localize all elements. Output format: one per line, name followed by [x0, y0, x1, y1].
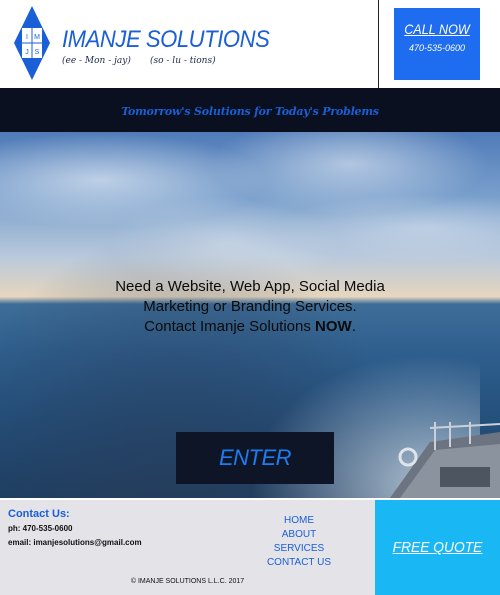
brand-name[interactable]: IMANJE SOLUTIONS [62, 26, 270, 54]
logo-letter: M [34, 34, 40, 41]
site-footer: Contact Us: ph: 470-535-0600 email: iman… [0, 498, 500, 595]
free-quote-button[interactable]: FREE QUOTE [375, 500, 500, 595]
logo-letter: J [25, 49, 29, 56]
nav-link-about[interactable]: ABOUT [254, 528, 344, 542]
hero-line-1: Need a Website, Web App, Social Media [115, 278, 385, 295]
logo-icon[interactable]: I M J S [14, 6, 50, 80]
site-header: I M J S IMANJE SOLUTIONS (ee - Mon - jay… [0, 0, 500, 88]
hero-line-3-suffix: . [351, 318, 356, 335]
logo-letter: S [35, 49, 40, 56]
hero-line-3-bold: NOW [315, 318, 352, 335]
nav-link-services[interactable]: SERVICES [254, 542, 344, 556]
logo-letter: I [26, 34, 28, 41]
enter-button-label: ENTER [218, 445, 292, 470]
call-now-label: CALL NOW [404, 21, 470, 37]
contact-phone: ph: 470-535-0600 [8, 524, 73, 533]
enter-button[interactable]: ENTER [176, 432, 334, 484]
nav-link-home[interactable]: HOME [254, 514, 344, 528]
nav-link-contact-us[interactable]: CONTACT US [254, 556, 344, 570]
contact-email[interactable]: email: imanjesolutions@gmail.com [8, 538, 142, 547]
pronunciation-first: (ee - Mon - jay) [62, 56, 131, 66]
hero-line-2: Marketing or Branding Services. [143, 298, 357, 315]
contact-panel: Contact Us: ph: 470-535-0600 email: iman… [0, 500, 375, 595]
sky-clouds [0, 132, 500, 292]
footer-nav: HOME ABOUT SERVICES CONTACT US [254, 514, 344, 570]
call-now-phone: 470-535-0600 [408, 43, 466, 53]
hero-banner: Need a Website, Web App, Social Media Ma… [0, 132, 500, 498]
copyright-notice: © IMANJE SOLUTIONS L.L.C. 2017 [130, 578, 245, 585]
tagline: Tomorrow's Solutions for Today's Problem… [121, 105, 379, 118]
hero-message: Need a Website, Web App, Social Media Ma… [0, 277, 500, 337]
pronunciation-second: (so - lu - tions) [150, 56, 216, 66]
hero-line-3: Contact Imanje Solutions NOW. [0, 317, 500, 337]
header-divider [378, 0, 379, 88]
tagline-bar: Tomorrow's Solutions for Today's Problem… [0, 88, 500, 132]
boat-railing-icon [390, 422, 500, 498]
free-quote-label: FREE QUOTE [392, 539, 483, 556]
contact-title: Contact Us: [8, 508, 70, 520]
call-now-button[interactable]: CALL NOW 470-535-0600 [394, 8, 480, 80]
hero-line-3-prefix: Contact Imanje Solutions [144, 318, 316, 335]
